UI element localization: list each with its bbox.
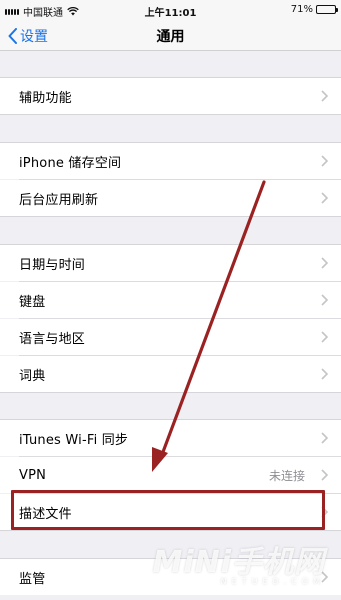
status-bar: 中国联通 上午11:01 71% bbox=[0, 0, 341, 20]
row-label: VPN bbox=[19, 467, 47, 483]
chevron-right-icon bbox=[321, 155, 328, 167]
row-dictionary[interactable]: 词典 bbox=[0, 356, 341, 392]
chevron-right-icon bbox=[321, 571, 328, 583]
chevron-right-icon bbox=[321, 294, 328, 306]
row-itunes-wifi-sync[interactable]: iTunes Wi-Fi 同步 bbox=[0, 420, 341, 456]
row-accessibility[interactable]: 辅助功能 bbox=[0, 78, 341, 114]
chevron-right-icon bbox=[321, 331, 328, 343]
chevron-right-icon bbox=[321, 90, 328, 102]
group-divider bbox=[0, 530, 341, 531]
row-iphone-storage[interactable]: iPhone 储存空间 bbox=[0, 143, 341, 179]
row-label: 日期与时间 bbox=[19, 257, 86, 273]
battery-percent: 71% bbox=[290, 4, 313, 15]
group-divider bbox=[0, 114, 341, 115]
chevron-right-icon bbox=[321, 257, 328, 269]
chevron-right-icon bbox=[321, 506, 328, 518]
row-profiles[interactable]: 描述文件 bbox=[0, 494, 341, 530]
row-supervision[interactable]: 监管 bbox=[0, 559, 341, 595]
row-vpn[interactable]: VPN 未连接 bbox=[0, 457, 341, 493]
row-label: 辅助功能 bbox=[19, 90, 72, 106]
vpn-status: 未连接 bbox=[268, 469, 305, 483]
chevron-right-icon bbox=[321, 192, 328, 204]
chevron-right-icon bbox=[321, 432, 328, 444]
navigation-bar: 设置 通用 bbox=[0, 20, 341, 51]
row-label: 监管 bbox=[19, 571, 46, 587]
chevron-right-icon bbox=[321, 469, 328, 481]
chevron-right-icon bbox=[321, 368, 328, 380]
row-date-time[interactable]: 日期与时间 bbox=[0, 245, 341, 281]
row-label: iTunes Wi-Fi 同步 bbox=[19, 432, 129, 448]
page-title: 通用 bbox=[156, 29, 185, 45]
row-keyboard[interactable]: 键盘 bbox=[0, 282, 341, 318]
status-right: 71% bbox=[290, 4, 338, 15]
row-label: 语言与地区 bbox=[19, 331, 86, 347]
row-label: 词典 bbox=[19, 368, 46, 384]
row-background-refresh[interactable]: 后台应用刷新 bbox=[0, 180, 341, 216]
battery-icon bbox=[316, 5, 338, 14]
row-label: 键盘 bbox=[19, 294, 46, 310]
row-label: iPhone 储存空间 bbox=[19, 155, 122, 171]
row-label: 后台应用刷新 bbox=[19, 192, 99, 208]
group-divider bbox=[0, 392, 341, 393]
row-language-region[interactable]: 语言与地区 bbox=[0, 319, 341, 355]
group-divider bbox=[0, 216, 341, 217]
row-label: 描述文件 bbox=[19, 506, 72, 522]
